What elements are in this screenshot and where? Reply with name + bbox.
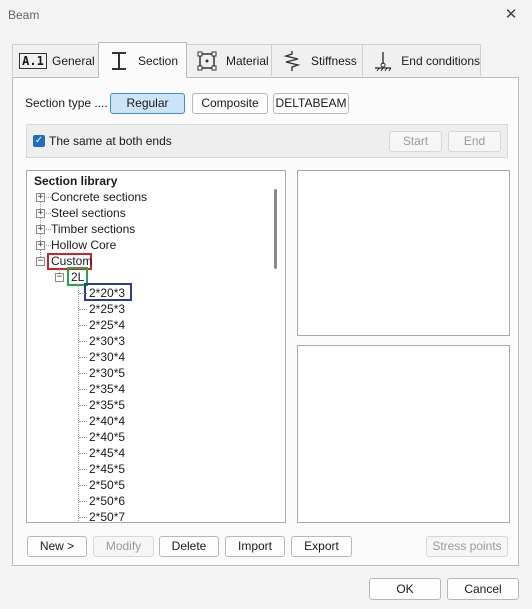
tab-end-conditions[interactable]: End conditions bbox=[362, 44, 481, 76]
window-title: Beam bbox=[8, 8, 40, 22]
tree-item-section[interactable]: 2*50*7 bbox=[89, 509, 125, 522]
tree-item-concrete-sections[interactable]: Concrete sections bbox=[51, 189, 147, 205]
new-button[interactable]: New > bbox=[27, 536, 87, 557]
support-icon bbox=[370, 50, 395, 72]
a1-icon: A.1 bbox=[19, 50, 47, 72]
tab-material[interactable]: Material bbox=[186, 44, 272, 76]
delete-button[interactable]: Delete bbox=[159, 536, 219, 557]
tree-item-section[interactable]: 2*25*3 bbox=[89, 301, 125, 317]
tree-scrollbar[interactable] bbox=[274, 189, 277, 269]
tree-item-steel-sections[interactable]: Steel sections bbox=[51, 205, 126, 221]
close-icon[interactable]: ✕ bbox=[500, 4, 522, 26]
export-button[interactable]: Export bbox=[291, 536, 352, 557]
expand-icon[interactable]: + bbox=[36, 225, 45, 234]
end-button[interactable]: End bbox=[448, 131, 501, 152]
title-bar: Beam ✕ bbox=[0, 0, 532, 32]
modify-button[interactable]: Modify bbox=[93, 536, 154, 557]
start-button[interactable]: Start bbox=[389, 131, 442, 152]
section-type-label: Section type .... bbox=[25, 96, 108, 110]
expand-icon[interactable]: + bbox=[36, 209, 45, 218]
tab-stiffness[interactable]: Stiffness bbox=[271, 44, 363, 76]
spring-icon bbox=[279, 50, 305, 72]
tab-general[interactable]: A.1 General bbox=[12, 44, 99, 76]
tree-item-hollow-core[interactable]: Hollow Core bbox=[51, 237, 116, 253]
tree-item-section[interactable]: 2*35*4 bbox=[89, 381, 125, 397]
tree-item-section[interactable]: 2*35*5 bbox=[89, 397, 125, 413]
tree-item-section[interactable]: 2*40*5 bbox=[89, 429, 125, 445]
tree-item-section[interactable]: 2*45*4 bbox=[89, 445, 125, 461]
tree-item-section[interactable]: 2*20*3 bbox=[89, 285, 125, 301]
section-type-deltabeam-button[interactable]: DELTABEAM bbox=[273, 93, 349, 114]
ibeam-icon bbox=[106, 50, 132, 72]
ok-button[interactable]: OK bbox=[369, 578, 441, 600]
section-preview-top bbox=[297, 170, 510, 336]
tree-item-section[interactable]: 2*50*5 bbox=[89, 477, 125, 493]
section-type-composite-button[interactable]: Composite bbox=[192, 93, 268, 114]
tree-item-section[interactable]: 2*30*5 bbox=[89, 365, 125, 381]
tab-stiffness-label: Stiffness bbox=[311, 53, 357, 68]
collapse-icon[interactable]: − bbox=[36, 257, 45, 266]
tree-item-section[interactable]: 2*30*4 bbox=[89, 349, 125, 365]
tree-item-section[interactable]: 2*45*5 bbox=[89, 461, 125, 477]
section-type-regular-button[interactable]: Regular bbox=[110, 93, 185, 114]
tab-material-label: Material bbox=[226, 53, 269, 68]
tab-section[interactable]: Section bbox=[98, 42, 187, 78]
same-both-ends-checkbox[interactable]: ✓ bbox=[33, 135, 45, 147]
section-preview-bottom bbox=[297, 345, 510, 523]
tree-item-section[interactable]: 2*30*3 bbox=[89, 333, 125, 349]
tab-end-conditions-label: End conditions bbox=[401, 53, 480, 68]
cancel-button[interactable]: Cancel bbox=[447, 578, 519, 600]
tab-bar: A.1 General Section Material Stiffness E… bbox=[12, 42, 512, 78]
tree-item-2l[interactable]: 2L bbox=[71, 269, 84, 285]
tree-item-section[interactable]: 2*50*6 bbox=[89, 493, 125, 509]
tree-item-section[interactable]: 2*25*4 bbox=[89, 317, 125, 333]
tab-section-label: Section bbox=[138, 53, 179, 68]
tree-item-section[interactable]: 2*40*4 bbox=[89, 413, 125, 429]
expand-icon[interactable]: + bbox=[36, 193, 45, 202]
material-icon bbox=[194, 50, 220, 72]
collapse-icon[interactable]: − bbox=[55, 273, 64, 282]
same-both-ends-label: The same at both ends bbox=[49, 134, 172, 148]
expand-icon[interactable]: + bbox=[36, 241, 45, 250]
section-library-tree[interactable]: Section library + Concrete sections + St… bbox=[26, 170, 286, 523]
stress-points-button[interactable]: Stress points bbox=[426, 536, 508, 557]
tree-item-timber-sections[interactable]: Timber sections bbox=[51, 221, 135, 237]
tab-general-label: General bbox=[52, 53, 95, 68]
section-library-title: Section library bbox=[34, 174, 118, 188]
import-button[interactable]: Import bbox=[225, 536, 285, 557]
